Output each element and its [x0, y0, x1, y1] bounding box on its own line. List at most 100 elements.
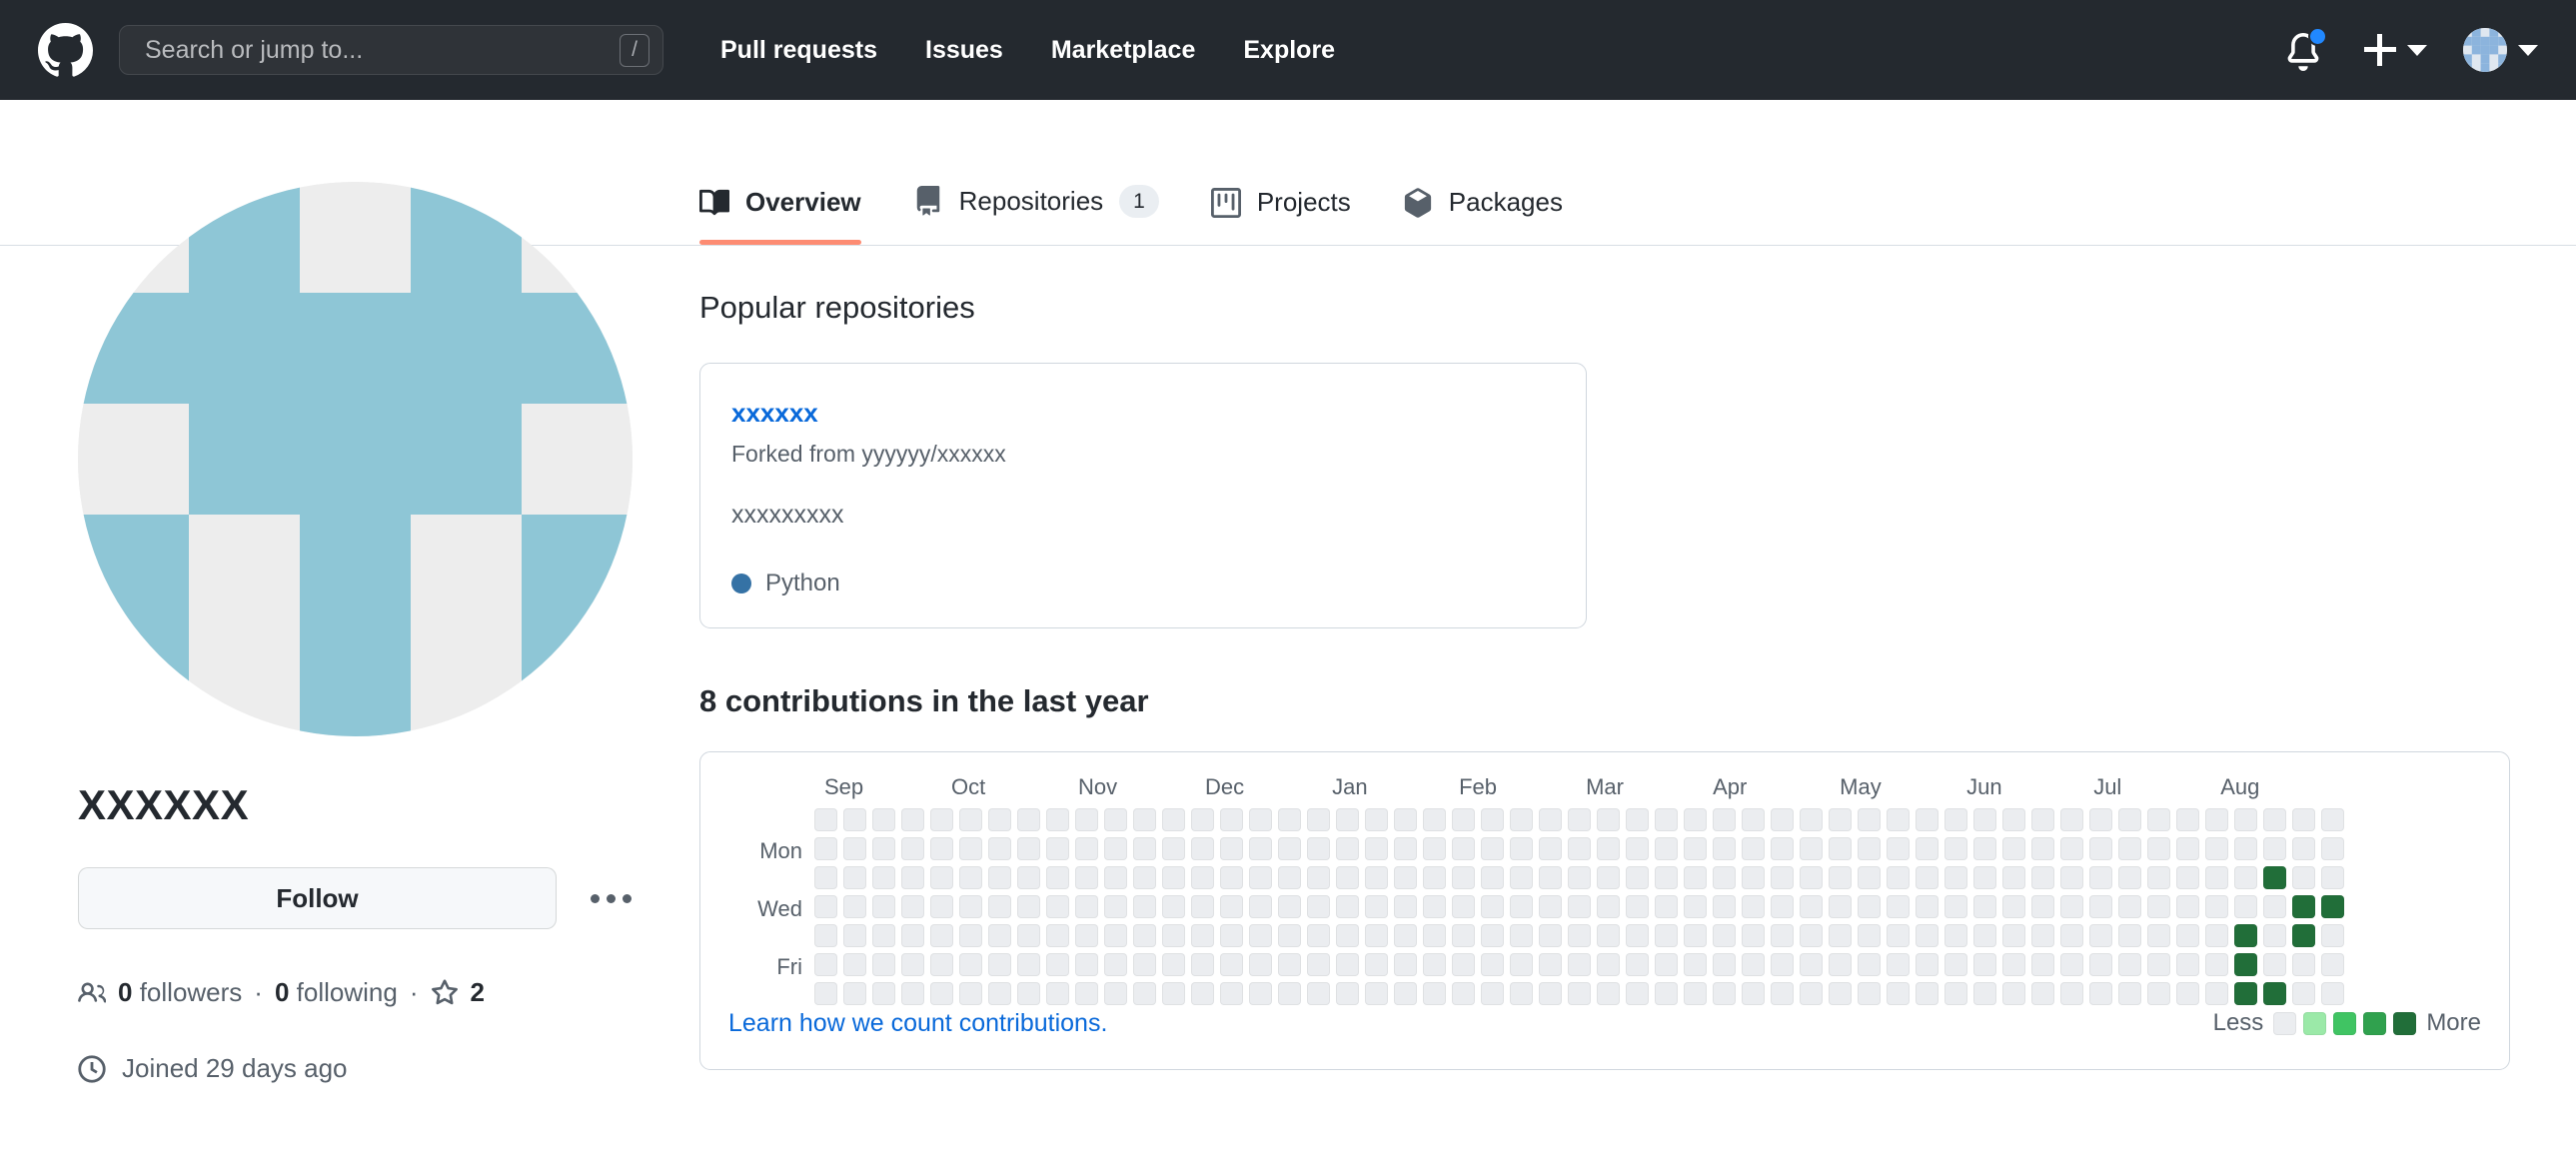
contribution-cell[interactable] — [2234, 895, 2257, 918]
contribution-cell[interactable] — [1162, 982, 1185, 1005]
contribution-cell[interactable] — [1481, 837, 1504, 860]
contribution-cell[interactable] — [2089, 866, 2112, 889]
contribution-cell[interactable] — [959, 866, 982, 889]
contribution-cell[interactable] — [1220, 924, 1243, 947]
contribution-cell[interactable] — [1220, 837, 1243, 860]
contribution-cell[interactable] — [814, 866, 837, 889]
contribution-cell[interactable] — [814, 837, 837, 860]
contribution-cell[interactable] — [2060, 866, 2083, 889]
contribution-cell[interactable] — [959, 982, 982, 1005]
contribution-cell[interactable] — [1017, 982, 1040, 1005]
contribution-cell[interactable] — [2089, 808, 2112, 831]
contribution-cell[interactable] — [1017, 895, 1040, 918]
contribution-cell[interactable] — [1829, 837, 1852, 860]
contribution-cell[interactable] — [1423, 953, 1446, 976]
contribution-cell[interactable] — [1162, 924, 1185, 947]
contribution-cell[interactable] — [1104, 837, 1127, 860]
contribution-cell[interactable] — [1626, 953, 1649, 976]
contribution-cell[interactable] — [2292, 982, 2315, 1005]
contribution-cell[interactable] — [1944, 866, 1967, 889]
profile-avatar[interactable] — [78, 182, 633, 736]
contribution-cell[interactable] — [2292, 808, 2315, 831]
contribution-cell[interactable] — [1568, 982, 1591, 1005]
contribution-cell[interactable] — [1017, 866, 1040, 889]
contribution-cell[interactable] — [1626, 924, 1649, 947]
contribution-cell[interactable] — [1800, 895, 1823, 918]
contribution-cell[interactable] — [1684, 982, 1707, 1005]
contribution-cell[interactable] — [1626, 808, 1649, 831]
contribution-cell[interactable] — [2089, 982, 2112, 1005]
contribution-cell[interactable] — [1249, 953, 1272, 976]
contribution-cell[interactable] — [1249, 982, 1272, 1005]
contribution-cell[interactable] — [1973, 808, 1996, 831]
contribution-cell[interactable] — [2263, 982, 2286, 1005]
contribution-cell[interactable] — [1394, 837, 1417, 860]
contribution-cell[interactable] — [1742, 953, 1765, 976]
contribution-cell[interactable] — [2002, 982, 2025, 1005]
contribution-cell[interactable] — [1684, 866, 1707, 889]
contribution-cell[interactable] — [1858, 808, 1881, 831]
contribution-cell[interactable] — [872, 866, 895, 889]
contribution-cell[interactable] — [2292, 866, 2315, 889]
contribution-cell[interactable] — [1336, 924, 1359, 947]
follow-button[interactable]: Follow — [78, 867, 557, 929]
contribution-cell[interactable] — [1452, 924, 1475, 947]
contribution-cell[interactable] — [2176, 982, 2199, 1005]
contribution-cell[interactable] — [2147, 808, 2170, 831]
contribution-cell[interactable] — [1162, 808, 1185, 831]
contribution-cell[interactable] — [1944, 895, 1967, 918]
contribution-cell[interactable] — [2002, 895, 2025, 918]
contribution-cell[interactable] — [1771, 837, 1794, 860]
contribution-cell[interactable] — [872, 808, 895, 831]
learn-contributions-link[interactable]: Learn how we count contributions. — [728, 1009, 1107, 1038]
contribution-cell[interactable] — [1104, 866, 1127, 889]
contribution-cell[interactable] — [1713, 924, 1736, 947]
contribution-cell[interactable] — [1684, 895, 1707, 918]
contribution-cell[interactable] — [1626, 837, 1649, 860]
contribution-cell[interactable] — [1046, 837, 1069, 860]
contribution-cell[interactable] — [1539, 808, 1562, 831]
contribution-cell[interactable] — [1684, 808, 1707, 831]
contribution-cell[interactable] — [2321, 837, 2344, 860]
contribution-cell[interactable] — [1191, 808, 1214, 831]
contribution-cell[interactable] — [1452, 895, 1475, 918]
contribution-cell[interactable] — [1336, 866, 1359, 889]
contribution-cell[interactable] — [1829, 895, 1852, 918]
contribution-cell[interactable] — [1336, 982, 1359, 1005]
contribution-cell[interactable] — [1394, 866, 1417, 889]
notifications-button[interactable] — [2284, 27, 2327, 73]
contribution-cell[interactable] — [1394, 808, 1417, 831]
contribution-cell[interactable] — [872, 953, 895, 976]
contribution-cell[interactable] — [1887, 895, 1910, 918]
contribution-cell[interactable] — [1887, 866, 1910, 889]
contribution-cell[interactable] — [930, 808, 953, 831]
contribution-cell[interactable] — [843, 953, 866, 976]
contribution-cell[interactable] — [1191, 866, 1214, 889]
contribution-cell[interactable] — [1133, 982, 1156, 1005]
contribution-cell[interactable] — [1510, 895, 1533, 918]
contribution-cell[interactable] — [1075, 953, 1098, 976]
contribution-cell[interactable] — [1858, 924, 1881, 947]
contribution-cell[interactable] — [1046, 924, 1069, 947]
contribution-cell[interactable] — [2118, 808, 2141, 831]
contribution-cell[interactable] — [1858, 953, 1881, 976]
contribution-cell[interactable] — [1887, 924, 1910, 947]
contribution-cell[interactable] — [1568, 953, 1591, 976]
contribution-cell[interactable] — [1220, 953, 1243, 976]
contribution-cell[interactable] — [1423, 924, 1446, 947]
contribution-cell[interactable] — [2176, 953, 2199, 976]
contribution-cell[interactable] — [1829, 953, 1852, 976]
contribution-cell[interactable] — [1742, 866, 1765, 889]
contribution-cell[interactable] — [2089, 837, 2112, 860]
contribution-cell[interactable] — [1046, 866, 1069, 889]
contribution-cell[interactable] — [901, 895, 924, 918]
contribution-cell[interactable] — [1191, 924, 1214, 947]
contribution-cell[interactable] — [1104, 895, 1127, 918]
contribution-cell[interactable] — [1075, 837, 1098, 860]
contribution-cell[interactable] — [1191, 837, 1214, 860]
contribution-cell[interactable] — [1075, 982, 1098, 1005]
contribution-cell[interactable] — [1365, 808, 1388, 831]
contribution-cell[interactable] — [1075, 808, 1098, 831]
contribution-cell[interactable] — [2321, 808, 2344, 831]
contribution-cell[interactable] — [2118, 837, 2141, 860]
